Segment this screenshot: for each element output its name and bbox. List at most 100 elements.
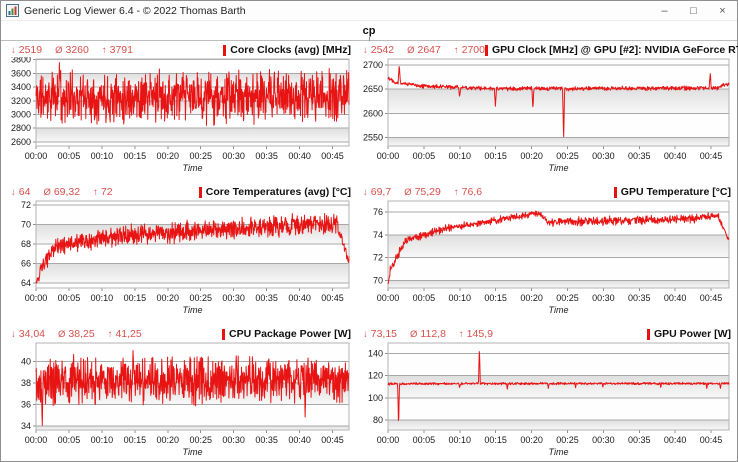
- max-arrow-icon: ↑: [459, 329, 464, 340]
- window-controls: – □ ×: [650, 1, 737, 20]
- svg-text:00:45: 00:45: [321, 151, 344, 161]
- svg-text:2650: 2650: [363, 84, 383, 94]
- chart-plot-gpu-clock[interactable]: 270026502600255000:0000:0500:1000:1500:2…: [361, 57, 733, 174]
- chart-header: ↓73,15 Ø112,8 ↑145,9 GPU Power [W]: [361, 327, 733, 341]
- svg-text:2600: 2600: [363, 108, 383, 118]
- svg-text:74: 74: [373, 230, 383, 240]
- svg-text:00:30: 00:30: [222, 293, 245, 303]
- svg-text:Time: Time: [183, 305, 203, 315]
- svg-text:00:05: 00:05: [58, 435, 81, 445]
- svg-text:00:10: 00:10: [449, 293, 472, 303]
- svg-text:Time: Time: [183, 163, 203, 173]
- max-arrow-icon: ↑: [454, 187, 459, 198]
- svg-text:00:40: 00:40: [664, 293, 687, 303]
- svg-text:00:15: 00:15: [484, 151, 507, 161]
- chart-title: Core Clocks (avg) [MHz]: [223, 44, 351, 56]
- svg-text:120: 120: [368, 371, 383, 381]
- svg-text:70: 70: [373, 276, 383, 286]
- svg-text:00:05: 00:05: [413, 151, 436, 161]
- max-arrow-icon: ↑: [108, 329, 113, 340]
- svg-text:00:30: 00:30: [592, 293, 615, 303]
- chart-plot-gpu-power[interactable]: 1401201008000:0000:0500:1000:1500:2000:2…: [361, 341, 733, 458]
- stat-avg: Ø69,32: [43, 186, 80, 198]
- tab-center-tick: [369, 37, 370, 41]
- svg-text:Time: Time: [549, 447, 569, 457]
- svg-text:3200: 3200: [11, 96, 31, 106]
- maximize-button[interactable]: □: [679, 1, 708, 20]
- svg-text:00:35: 00:35: [628, 151, 651, 161]
- stat-min: ↓69,7: [363, 186, 391, 198]
- chart-plot-gpu-temp[interactable]: 7674727000:0000:0500:1000:1500:2000:2500…: [361, 199, 733, 316]
- svg-text:00:45: 00:45: [321, 293, 344, 303]
- min-arrow-icon: ↓: [363, 187, 368, 198]
- svg-text:00:05: 00:05: [413, 293, 436, 303]
- stat-avg: Ø112,8: [410, 328, 446, 340]
- min-arrow-icon: ↓: [11, 329, 16, 340]
- svg-text:2550: 2550: [363, 133, 383, 143]
- svg-text:66: 66: [21, 259, 31, 269]
- svg-text:00:25: 00:25: [189, 435, 212, 445]
- svg-text:00:45: 00:45: [700, 435, 723, 445]
- svg-text:40: 40: [21, 356, 31, 366]
- chart-title: CPU Package Power [W]: [222, 328, 351, 340]
- svg-text:00:40: 00:40: [288, 293, 311, 303]
- legend-marker: [199, 187, 202, 198]
- stat-max: ↑76,6: [454, 186, 482, 198]
- svg-text:00:15: 00:15: [484, 293, 507, 303]
- chart-header: ↓2542 Ø2647 ↑2700 GPU Clock [MHz] @ GPU …: [361, 43, 733, 57]
- min-arrow-icon: ↓: [11, 45, 16, 56]
- chart-gpu-temp: ↓69,7 Ø75,29 ↑76,6 GPU Temperature [°C] …: [361, 185, 733, 316]
- svg-text:38: 38: [21, 378, 31, 388]
- svg-text:00:30: 00:30: [222, 151, 245, 161]
- svg-text:00:10: 00:10: [91, 151, 114, 161]
- avg-icon: Ø: [55, 45, 62, 56]
- svg-text:3600: 3600: [11, 68, 31, 78]
- tab-cp[interactable]: cp: [363, 25, 376, 37]
- stat-max: ↑41,25: [108, 328, 142, 340]
- chart-plot-core-clocks[interactable]: 380036003400320030002800260000:0000:0500…: [9, 57, 353, 174]
- svg-text:00:45: 00:45: [700, 293, 723, 303]
- chart-stats: ↓69,7 Ø75,29 ↑76,6: [363, 186, 482, 198]
- chart-plot-core-temps[interactable]: 727068666400:0000:0500:1000:1500:2000:25…: [9, 199, 353, 316]
- max-arrow-icon: ↑: [454, 45, 459, 56]
- chart-plot-cpu-power[interactable]: 4038363400:0000:0500:1000:1500:2000:2500…: [9, 341, 353, 458]
- svg-text:140: 140: [368, 349, 383, 359]
- svg-text:00:00: 00:00: [377, 435, 400, 445]
- legend-marker: [485, 45, 488, 56]
- chart-header: ↓64 Ø69,32 ↑72 Core Temperatures (avg) […: [9, 185, 353, 199]
- svg-text:00:10: 00:10: [449, 435, 472, 445]
- svg-text:00:40: 00:40: [288, 435, 311, 445]
- svg-text:00:45: 00:45: [700, 151, 723, 161]
- svg-text:00:20: 00:20: [157, 293, 180, 303]
- svg-text:00:00: 00:00: [25, 435, 48, 445]
- svg-text:2600: 2600: [11, 137, 31, 147]
- svg-text:00:05: 00:05: [58, 293, 81, 303]
- chart-header: ↓2519 Ø3260 ↑3791 Core Clocks (avg) [MHz…: [9, 43, 353, 57]
- svg-text:00:10: 00:10: [449, 151, 472, 161]
- svg-text:00:25: 00:25: [556, 435, 579, 445]
- chart-stats: ↓2542 Ø2647 ↑2700: [363, 44, 485, 56]
- minimize-button[interactable]: –: [650, 1, 679, 20]
- legend-marker: [647, 329, 650, 340]
- svg-text:00:45: 00:45: [321, 435, 344, 445]
- svg-text:Time: Time: [549, 163, 569, 173]
- svg-text:76: 76: [373, 207, 383, 217]
- svg-text:00:40: 00:40: [664, 435, 687, 445]
- svg-text:00:20: 00:20: [520, 293, 543, 303]
- svg-text:00:00: 00:00: [25, 151, 48, 161]
- stat-max: ↑3791: [102, 44, 133, 56]
- stat-max: ↑145,9: [459, 328, 493, 340]
- min-arrow-icon: ↓: [363, 45, 368, 56]
- app-icon[interactable]: [6, 4, 19, 17]
- svg-text:72: 72: [373, 253, 383, 263]
- stat-min: ↓73,15: [363, 328, 397, 340]
- chart-stats: ↓2519 Ø3260 ↑3791: [11, 44, 133, 56]
- svg-text:34: 34: [21, 421, 31, 431]
- stat-min: ↓2542: [363, 44, 394, 56]
- title-bar: Generic Log Viewer 6.4 - © 2022 Thomas B…: [1, 1, 737, 21]
- svg-text:00:10: 00:10: [91, 293, 114, 303]
- svg-text:00:00: 00:00: [377, 293, 400, 303]
- close-button[interactable]: ×: [708, 1, 737, 20]
- chart-title: Core Temperatures (avg) [°C]: [199, 186, 351, 198]
- min-arrow-icon: ↓: [363, 329, 368, 340]
